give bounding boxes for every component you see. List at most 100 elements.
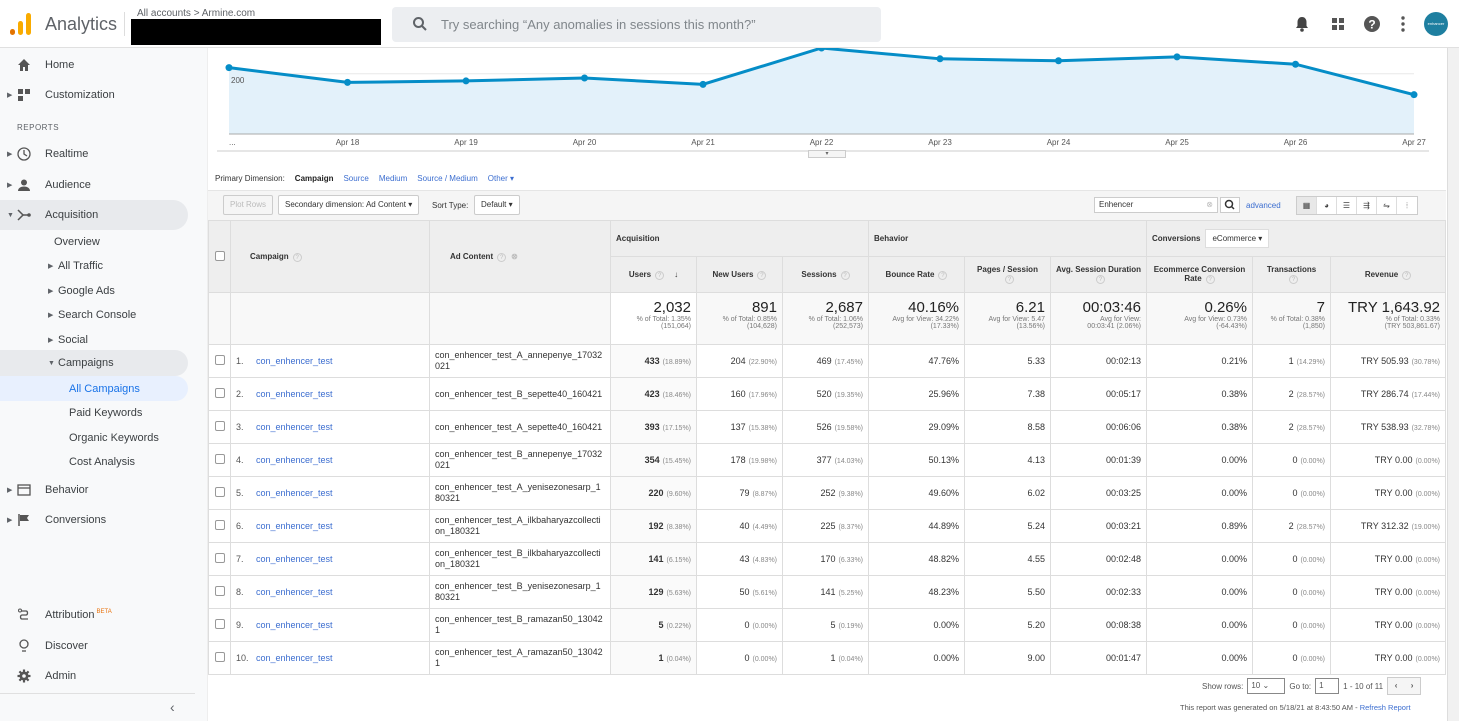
sidebar-item-realtime[interactable]: ▶ Realtime [0,139,188,169]
dimension-source-medium[interactable]: Source / Medium [417,174,477,183]
header-new-users[interactable]: New Users? [696,256,783,293]
help-icon[interactable]: ? [655,270,665,280]
sidebar-item-home[interactable]: Home [0,50,188,80]
sort-type-select[interactable]: Default ▾ [474,195,520,215]
help-icon[interactable]: ? [1096,275,1105,284]
select-all-checkbox[interactable] [214,250,225,261]
campaign-link[interactable]: con_enhencer_test [256,389,333,399]
comparison-view-icon[interactable]: ⇶ [1357,197,1377,214]
campaign-link[interactable]: con_enhencer_test [256,488,333,498]
sidebar-item-attribution[interactable]: Attribution BETA [0,600,188,630]
row-checkbox[interactable] [214,652,225,662]
sidebar-item-customization[interactable]: ▶ Customization [0,80,188,110]
campaign-link[interactable]: con_enhencer_test [256,554,333,564]
clear-filter-icon[interactable]: ⊗ [1206,198,1213,212]
data-point[interactable] [344,78,351,86]
campaign-link[interactable]: con_enhencer_test [256,521,333,531]
help-icon[interactable]: ? [938,270,948,280]
sidebar-item-audience[interactable]: ▶ Audience [0,170,188,200]
row-checkbox[interactable] [214,520,225,530]
data-point[interactable] [225,64,233,72]
header-revenue[interactable]: Revenue? [1330,256,1446,293]
apps-grid-icon[interactable] [1328,14,1348,34]
term-cloud-view-icon[interactable]: ⇋ [1377,197,1397,214]
help-icon[interactable]: ? [1402,270,1412,280]
campaign-link[interactable]: con_enhencer_test [256,587,333,597]
help-icon[interactable]: ? [292,252,302,262]
data-point[interactable] [1292,60,1299,68]
data-point[interactable] [1173,53,1181,61]
campaign-link[interactable]: con_enhencer_test [256,455,333,465]
remove-dimension-icon[interactable]: ⊗ [511,252,518,261]
filter-search-button[interactable] [1220,197,1240,213]
show-rows-select[interactable]: 10 ⌄ [1247,678,1286,694]
breadcrumb[interactable]: All accounts > Armine.com [137,8,255,19]
dimension-campaign[interactable]: Campaign [295,174,334,183]
conversion-type-select[interactable]: eCommerce ▾ [1205,229,1270,248]
data-point[interactable] [699,80,707,88]
data-point[interactable] [1410,91,1418,99]
data-point[interactable] [462,77,470,85]
table-filter-input[interactable]: Enhencer ⊗ [1094,197,1218,213]
header-transactions[interactable]: Transactions? [1252,256,1331,293]
campaign-link[interactable]: con_enhencer_test [256,620,333,630]
sidebar-item-organic-keywords[interactable]: Organic Keywords [0,425,188,450]
refresh-report-link[interactable]: Refresh Report [1360,703,1411,712]
help-icon[interactable]: ? [1005,275,1014,284]
campaign-link[interactable]: con_enhencer_test [256,422,333,432]
table-view-icon[interactable]: ▦ [1297,197,1317,214]
pivot-view-icon[interactable]: ⦙ [1397,197,1417,214]
sidebar-item-all-campaigns[interactable]: All Campaigns [0,376,188,401]
more-vert-icon[interactable] [1393,14,1413,34]
performance-view-icon[interactable]: ☰ [1337,197,1357,214]
header-bounce-rate[interactable]: Bounce Rate? [868,256,965,293]
plot-rows-button[interactable]: Plot Rows [223,195,274,215]
row-checkbox[interactable] [214,553,225,563]
redacted-account-selector[interactable] [131,19,381,45]
header-campaign[interactable]: Campaign? [230,220,430,293]
prev-page-button[interactable]: ‹ [1388,678,1404,694]
sidebar-item-paid-keywords[interactable]: Paid Keywords [0,400,188,425]
chart-expand-handle[interactable]: ▾ [808,150,846,158]
collapse-sidebar-chevron-icon[interactable]: ‹ [170,699,175,715]
header-ad-content[interactable]: Ad Content? ⊗ [429,220,611,293]
row-checkbox[interactable] [214,454,225,464]
header-users[interactable]: Users? ↓ [610,256,697,293]
data-point[interactable] [1055,57,1062,65]
data-point[interactable] [936,55,944,63]
row-checkbox[interactable] [214,487,225,497]
header-sessions[interactable]: Sessions? [782,256,869,293]
secondary-dimension-select[interactable]: Secondary dimension: Ad Content ▾ [278,195,420,215]
dimension-medium[interactable]: Medium [379,174,407,183]
sidebar-item-behavior[interactable]: ▶ Behavior [0,475,188,505]
pie-view-icon[interactable]: ◕ [1317,197,1337,214]
row-checkbox[interactable] [214,619,225,629]
row-checkbox[interactable] [214,388,225,398]
advanced-filter-link[interactable]: advanced [1246,201,1281,210]
goto-page-input[interactable]: 1 [1315,678,1340,694]
row-checkbox[interactable] [214,355,225,365]
page-scrollbar[interactable] [1447,48,1459,721]
header-ecommerce-conversion-rate[interactable]: Ecommerce Conversion Rate? [1146,256,1253,293]
sidebar-item-cost-analysis[interactable]: Cost Analysis [0,449,188,474]
dimension-other[interactable]: Other ▾ [488,174,514,183]
avatar[interactable]: enhancer [1424,12,1448,36]
header-pages-session[interactable]: Pages / Session? [964,256,1051,293]
next-page-button[interactable]: › [1404,678,1420,694]
help-icon[interactable]: ? [757,270,767,280]
row-checkbox[interactable] [214,421,225,431]
sidebar-item-campaigns[interactable]: ▼ Campaigns [0,350,188,376]
help-icon[interactable]: ? [1362,14,1382,34]
sidebar-item-admin[interactable]: Admin [0,661,188,691]
search-input[interactable]: Try searching “Any anomalies in sessions… [392,7,881,42]
help-icon[interactable]: ? [1289,275,1298,284]
header-avg-session-duration[interactable]: Avg. Session Duration? [1050,256,1147,293]
bell-icon[interactable] [1292,14,1312,34]
campaign-link[interactable]: con_enhencer_test [256,356,333,366]
sidebar-item-conversions[interactable]: ▶ Conversions [0,505,188,535]
dimension-source[interactable]: Source [343,174,368,183]
help-icon[interactable]: ? [840,270,850,280]
sidebar-item-acquisition[interactable]: ▼ Acquisition [0,200,188,230]
help-icon[interactable]: ? [1205,275,1215,284]
row-checkbox[interactable] [214,586,225,596]
